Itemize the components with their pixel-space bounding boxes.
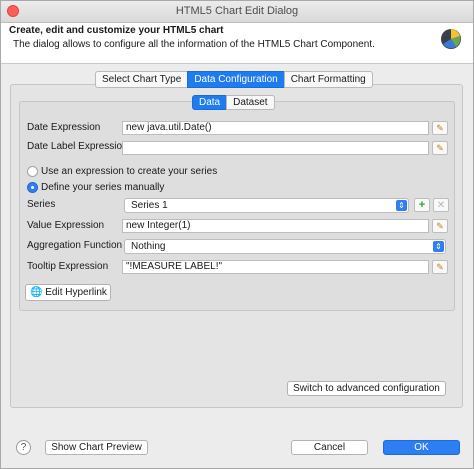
date-expression-editor-button[interactable]: ✎ bbox=[432, 121, 448, 135]
ok-button[interactable]: OK bbox=[383, 440, 460, 455]
series-select-value: Series 1 bbox=[131, 200, 168, 211]
radio-define-manually[interactable] bbox=[27, 182, 38, 193]
tab-select-chart-type[interactable]: Select Chart Type bbox=[95, 71, 189, 88]
sub-tab-bar: Data Dataset bbox=[192, 95, 275, 110]
tooltip-expression-label: Tooltip Expression bbox=[27, 261, 109, 272]
tab-dataset[interactable]: Dataset bbox=[226, 95, 275, 110]
switch-advanced-configuration-button[interactable]: Switch to advanced configuration bbox=[287, 381, 446, 396]
aggregation-function-select[interactable]: Nothing ⇕ bbox=[124, 239, 446, 254]
aggregation-function-value: Nothing bbox=[131, 241, 166, 252]
value-expression-field[interactable]: new Integer(1) bbox=[122, 219, 429, 233]
chevron-up-down-icon: ⇕ bbox=[396, 200, 407, 211]
tab-chart-formatting[interactable]: Chart Formatting bbox=[283, 71, 373, 88]
edit-hyperlink-label: Edit Hyperlink bbox=[45, 287, 107, 298]
date-label-expression-editor-button[interactable]: ✎ bbox=[432, 141, 448, 155]
radio-use-expression-label: Use an expression to create your series bbox=[41, 166, 218, 177]
aggregation-function-label: Aggregation Function bbox=[27, 240, 123, 251]
date-label-expression-label: Date Label Expression bbox=[27, 141, 128, 152]
globe-icon: 🌐 bbox=[30, 287, 43, 298]
date-expression-field[interactable]: new java.util.Date() bbox=[122, 121, 429, 135]
close-icon: ✕ bbox=[436, 200, 446, 211]
date-expression-label: Date Expression bbox=[27, 122, 101, 133]
show-chart-preview-button[interactable]: Show Chart Preview bbox=[45, 440, 148, 455]
window-title: HTML5 Chart Edit Dialog bbox=[175, 5, 299, 17]
tooltip-expression-field[interactable]: "!MEASURE LABEL!" bbox=[122, 260, 429, 274]
main-tab-bar: Select Chart Type Data Configuration Cha… bbox=[95, 71, 373, 88]
pencil-icon: ✎ bbox=[436, 123, 444, 133]
title-bar: HTML5 Chart Edit Dialog bbox=[1, 1, 473, 23]
add-series-button[interactable]: + bbox=[414, 198, 430, 212]
plus-icon: + bbox=[418, 199, 426, 211]
chevron-up-down-icon: ⇕ bbox=[433, 241, 444, 252]
edit-hyperlink-button[interactable]: 🌐 Edit Hyperlink bbox=[25, 284, 111, 301]
remove-series-button[interactable]: ✕ bbox=[433, 198, 449, 212]
tab-data[interactable]: Data bbox=[192, 95, 228, 110]
date-label-expression-field[interactable] bbox=[122, 141, 429, 155]
tooltip-expression-editor-button[interactable]: ✎ bbox=[432, 260, 448, 274]
pencil-icon: ✎ bbox=[436, 143, 444, 153]
dialog-heading: Create, edit and customize your HTML5 ch… bbox=[9, 25, 224, 36]
series-label: Series bbox=[27, 199, 56, 210]
chart-logo-icon bbox=[441, 29, 461, 49]
dialog-header: Create, edit and customize your HTML5 ch… bbox=[1, 23, 473, 64]
series-select[interactable]: Series 1 ⇕ bbox=[124, 198, 409, 213]
value-expression-label: Value Expression bbox=[27, 220, 105, 231]
dialog-description: The dialog allows to configure all the i… bbox=[13, 39, 375, 50]
value-expression-editor-button[interactable]: ✎ bbox=[432, 219, 448, 233]
cancel-button[interactable]: Cancel bbox=[291, 440, 368, 455]
radio-define-manually-label: Define your series manually bbox=[41, 182, 165, 193]
pencil-icon: ✎ bbox=[436, 262, 444, 272]
help-button[interactable]: ? bbox=[16, 440, 31, 455]
radio-use-expression[interactable] bbox=[27, 166, 38, 177]
pencil-icon: ✎ bbox=[436, 221, 444, 231]
tab-data-configuration[interactable]: Data Configuration bbox=[187, 71, 285, 88]
